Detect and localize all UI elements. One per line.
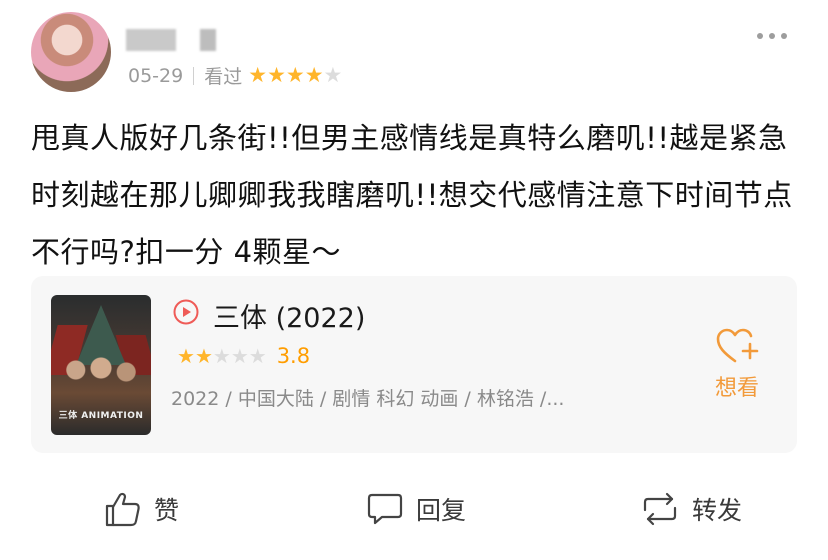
username-blurred[interactable]	[126, 28, 216, 52]
user-rating-stars: ★ ★ ★ ★ ★	[248, 65, 342, 86]
heart-plus-icon	[716, 328, 759, 363]
movie-poster[interactable]: 三体 ANIMATION	[51, 295, 151, 435]
movie-info: 2022 / 中国大陆 / 剧情 科幻 动画 / 林铭浩 /...	[171, 388, 565, 410]
post-page: 05-29 看过 ★ ★ ★ ★ ★ 甩真人版好几条街!!但男主感情线是真特么磨叽!!越…	[0, 0, 828, 560]
post-date: 05-29	[128, 64, 184, 87]
watch-status: 看过	[204, 66, 243, 88]
want-to-watch-label: 想看	[714, 376, 759, 401]
star-filled-icon: ★	[194, 344, 213, 368]
star-filled-icon: ★	[177, 344, 195, 368]
like-label: 赞	[154, 496, 180, 525]
movie-score: 3.8	[276, 344, 311, 368]
avatar[interactable]	[31, 12, 111, 92]
movie-rating: ★ ★ ★ ★ ★ 3.8	[171, 344, 310, 368]
comment-button[interactable]: 回复	[366, 490, 466, 528]
divider	[193, 66, 195, 85]
movie-title[interactable]: 三体 (2022)	[213, 296, 365, 335]
star-filled-icon: ★	[248, 63, 268, 87]
poster-logo-text: 三体 ANIMATION	[58, 411, 144, 421]
comment-label: 回复	[416, 496, 467, 525]
comment-icon	[367, 493, 403, 525]
like-button[interactable]: 赞	[104, 490, 179, 528]
want-to-watch-button[interactable]: 想看	[707, 326, 767, 402]
star-filled-icon: ★	[267, 63, 286, 87]
repost-icon	[643, 492, 677, 526]
star-filled-icon: ★	[304, 63, 324, 87]
star-empty-icon: ★	[212, 344, 231, 368]
post-text: 甩真人版好几条街!!但男主感情线是真特么磨叽!!越是紧急时刻越在那儿卿卿我我瞎磨…	[31, 121, 793, 269]
star-filled-icon: ★	[285, 63, 305, 87]
movie-card[interactable]: 三体 ANIMATION 三体 (2022) ★ ★ ★ ★ ★ 3.8 2022 / …	[31, 276, 797, 453]
post-meta: 05-29 看过 ★ ★ ★ ★ ★	[128, 62, 342, 89]
thumb-up-icon	[105, 492, 140, 527]
movie-rating-stars: ★ ★ ★ ★ ★	[177, 346, 267, 366]
star-empty-icon: ★	[230, 344, 249, 368]
repost-button[interactable]: 转发	[640, 490, 742, 528]
star-empty-icon: ★	[323, 63, 343, 87]
repost-label: 转发	[692, 496, 743, 525]
star-empty-icon: ★	[248, 344, 267, 368]
more-icon[interactable]	[757, 33, 787, 39]
play-icon	[173, 299, 199, 325]
